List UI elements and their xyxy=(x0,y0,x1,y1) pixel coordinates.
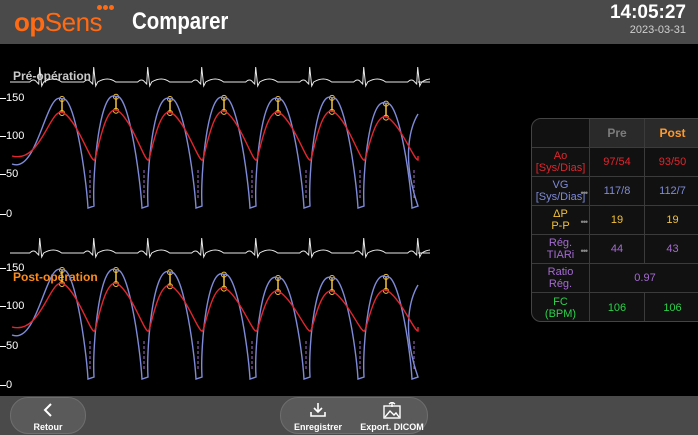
label-reg: Rég. TIARi ••• xyxy=(532,235,590,263)
fc-pre-value: 106 xyxy=(590,293,645,321)
row-ao: Ao [Sys/Dias] 97/54 93/50 xyxy=(532,148,698,177)
back-button[interactable]: Retour xyxy=(10,397,86,434)
label-fc: FC (BPM) xyxy=(532,293,590,321)
pre-ao-pressure-trace xyxy=(11,109,419,161)
title-bar: opSens Comparer 14:05:27 2023-03-31 xyxy=(0,0,698,44)
label-ratio: Ratio Rég. xyxy=(532,264,590,292)
page-title: Comparer xyxy=(132,8,229,35)
fc-post-value: 106 xyxy=(663,302,682,314)
ao-pre-value: 97/54 xyxy=(590,148,645,176)
download-icon xyxy=(310,403,326,417)
more-dots-icon[interactable]: ••• xyxy=(581,216,589,228)
bottom-bar: Retour Enregistrer Export. DICOM xyxy=(0,396,698,435)
label-vg: VG [Sys/Dias] ••• xyxy=(532,177,590,205)
reg-pre-value: 44 xyxy=(590,235,645,263)
row-ratio: Ratio Rég. 0.97 xyxy=(532,264,698,293)
export-dicom-button[interactable]: Export. DICOM xyxy=(355,398,429,433)
header-pre: Pre xyxy=(590,119,645,147)
ao-post-value: 93/50 xyxy=(658,156,687,168)
vg-post-value: 112/7 xyxy=(659,185,686,197)
waveform-plot xyxy=(10,66,430,380)
header-post: Post xyxy=(645,119,698,147)
export-label: Export. DICOM xyxy=(360,422,424,432)
dp-post-value: 19 xyxy=(666,214,679,226)
logo-dots-icon xyxy=(97,5,115,13)
clock-time: 14:05:27 xyxy=(609,2,686,23)
pre-lv-pressure-trace xyxy=(11,95,419,209)
vg-pre-value: 117/8 xyxy=(590,177,645,205)
more-dots-icon[interactable]: ••• xyxy=(581,245,589,257)
table-corner xyxy=(532,119,590,147)
pre-ecg-trace xyxy=(10,66,430,88)
save-export-group: Enregistrer Export. DICOM xyxy=(280,397,428,434)
save-label: Enregistrer xyxy=(293,422,343,432)
dp-pre-value: 19 xyxy=(590,206,645,234)
post-ao-pressure-trace xyxy=(11,282,419,332)
comparison-chart-area: Pré-opération Post-opération 150 100 50 … xyxy=(0,44,430,396)
label-ao: Ao [Sys/Dias] xyxy=(532,148,590,176)
label-dp: ΔP P-P ••• xyxy=(532,206,590,234)
table-header-row: Pre Post xyxy=(532,119,698,148)
row-reg: Rég. TIARi ••• 44 43 xyxy=(532,235,698,264)
row-fc: FC (BPM) 106 106 xyxy=(532,293,698,321)
results-table: Pre Post Ao [Sys/Dias] 97/54 93/50 VG [Sys… xyxy=(531,118,698,322)
more-dots-icon[interactable]: ••• xyxy=(581,187,589,199)
row-dp: ΔP P-P ••• 19 19 xyxy=(532,206,698,235)
ratio-value: 0.97 xyxy=(634,272,656,284)
save-button[interactable]: Enregistrer xyxy=(281,398,355,433)
image-export-icon xyxy=(383,402,401,419)
clock-date: 2023-03-31 xyxy=(629,24,686,36)
opsens-logo: opSens xyxy=(14,7,103,37)
chevron-left-icon xyxy=(43,403,52,417)
reg-post-value: 43 xyxy=(666,243,679,255)
back-label: Retour xyxy=(33,422,63,432)
post-ecg-trace xyxy=(10,237,430,259)
post-lv-pressure-trace xyxy=(11,268,419,380)
row-vg: VG [Sys/Dias] ••• 117/8 112/7 xyxy=(532,177,698,206)
